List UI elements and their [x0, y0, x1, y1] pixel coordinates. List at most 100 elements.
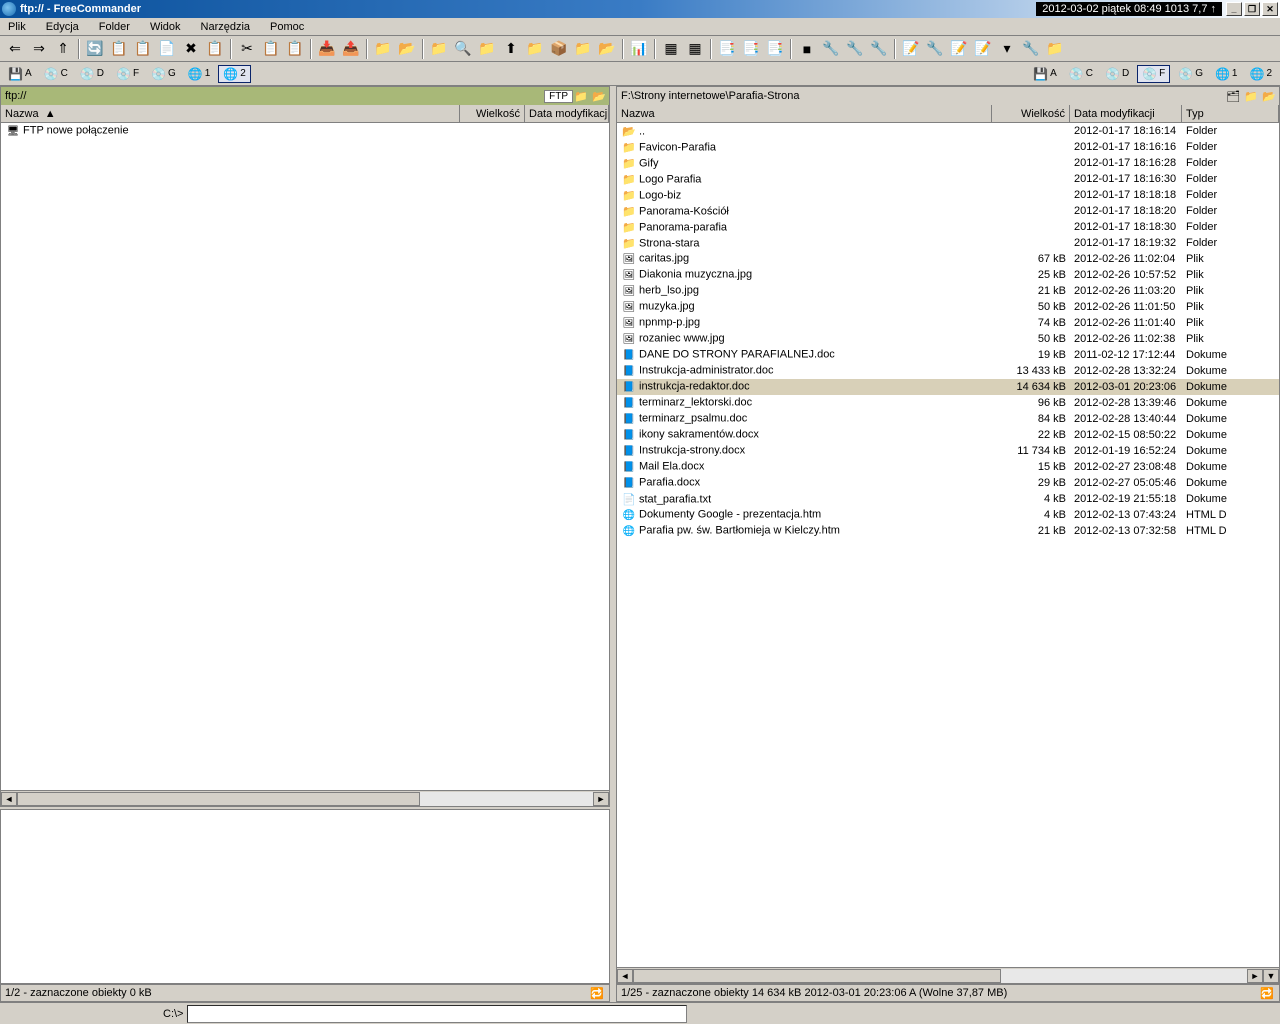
toolbar-btn-36[interactable]: 📑 — [740, 38, 762, 60]
toolbar-btn-32[interactable]: ▦ — [660, 38, 682, 60]
drive-A[interactable]: 💾A — [1029, 65, 1061, 83]
drive-2[interactable]: 🌐2 — [218, 65, 251, 83]
list-item[interactable]: Dokumenty Google - prezentacja.htm4 kB20… — [617, 507, 1279, 523]
list-item[interactable]: Logo Parafia2012-01-17 18:16:30Folder — [617, 171, 1279, 187]
drive-2[interactable]: 🌐2 — [1245, 65, 1276, 83]
scroll-right-icon[interactable]: ► — [1247, 969, 1263, 983]
toolbar-btn-45[interactable]: 🔧 — [924, 38, 946, 60]
refresh-icon[interactable]: 🔁 — [1259, 986, 1275, 1000]
drive-C[interactable]: 💿C — [40, 65, 72, 83]
list-item[interactable]: Panorama-Kościół2012-01-17 18:18:20Folde… — [617, 203, 1279, 219]
drive-G[interactable]: 💿G — [147, 65, 180, 83]
menu-narzędzia[interactable]: Narzędzia — [197, 20, 255, 34]
toolbar-btn-15[interactable]: 📥 — [316, 38, 338, 60]
left-path-bar[interactable]: ftp:// FTP 📁 📂 — [1, 87, 609, 105]
drive-F[interactable]: 💿F — [1137, 65, 1170, 83]
list-item[interactable]: rozaniec www.jpg50 kB2012-02-26 11:02:38… — [617, 331, 1279, 347]
list-item[interactable]: terminarz_lektorski.doc96 kB2012-02-28 1… — [617, 395, 1279, 411]
colhead-size[interactable]: Wielkość — [460, 105, 525, 122]
toolbar-btn-5[interactable]: 📋 — [108, 38, 130, 60]
toolbar-btn-37[interactable]: 📑 — [764, 38, 786, 60]
toolbar-btn-39[interactable]: ■ — [796, 38, 818, 60]
toolbar-btn-42[interactable]: 🔧 — [868, 38, 890, 60]
toolbar-btn-46[interactable]: 📝 — [948, 38, 970, 60]
list-item[interactable]: Strona-stara2012-01-17 18:19:32Folder — [617, 235, 1279, 251]
toolbar-btn-9[interactable]: 📋 — [204, 38, 226, 60]
toolbar-btn-1[interactable]: ⇒ — [28, 38, 50, 60]
list-item[interactable]: caritas.jpg67 kB2012-02-26 11:02:04Plik — [617, 251, 1279, 267]
maximize-button[interactable]: ❐ — [1244, 2, 1260, 16]
list-item[interactable]: terminarz_psalmu.doc84 kB2012-02-28 13:4… — [617, 411, 1279, 427]
list-item[interactable]: herb_lso.jpg21 kB2012-02-26 11:03:20Plik — [617, 283, 1279, 299]
toolbar-btn-44[interactable]: 📝 — [900, 38, 922, 60]
scroll-left-icon[interactable]: ◄ — [617, 969, 633, 983]
toolbar-btn-47[interactable]: 📝 — [972, 38, 994, 60]
toolbar-btn-25[interactable]: 📁 — [524, 38, 546, 60]
list-item[interactable]: stat_parafia.txt4 kB2012-02-19 21:55:18D… — [617, 491, 1279, 507]
right-path-bar[interactable]: F:\Strony internetowe\Parafia-Strona 🗂 📁… — [617, 87, 1279, 105]
toolbar-btn-4[interactable]: 🔄 — [84, 38, 106, 60]
list-item[interactable]: Mail Ela.docx15 kB2012-02-27 23:08:48Dok… — [617, 459, 1279, 475]
colhead-date-r[interactable]: Data modyfikacji — [1070, 105, 1182, 122]
toolbar-btn-50[interactable]: 📁 — [1044, 38, 1066, 60]
toolbar-btn-41[interactable]: 🔧 — [844, 38, 866, 60]
menu-widok[interactable]: Widok — [146, 20, 185, 34]
colhead-type-r[interactable]: Typ — [1182, 105, 1279, 122]
drive-C[interactable]: 💿C — [1065, 65, 1097, 83]
toolbar-btn-13[interactable]: 📋 — [284, 38, 306, 60]
left-file-list[interactable]: FTP nowe połączenie — [1, 123, 609, 790]
menu-edycja[interactable]: Edycja — [42, 20, 83, 34]
list-item[interactable]: ikony sakramentów.docx22 kB2012-02-15 08… — [617, 427, 1279, 443]
toolbar-btn-6[interactable]: 📋 — [132, 38, 154, 60]
right-hscroll[interactable]: ◄ ► ▼ — [617, 967, 1279, 983]
right-fav-icon[interactable]: 📁 — [1243, 89, 1259, 103]
right-tree-icon[interactable]: 🗂 — [1225, 89, 1241, 103]
list-item[interactable]: Panorama-parafia2012-01-17 18:18:30Folde… — [617, 219, 1279, 235]
toolbar-btn-30[interactable]: 📊 — [628, 38, 650, 60]
minimize-button[interactable]: _ — [1226, 2, 1242, 16]
toolbar-btn-24[interactable]: ⬆ — [500, 38, 522, 60]
list-item[interactable]: Logo-biz2012-01-17 18:18:18Folder — [617, 187, 1279, 203]
toolbar-btn-23[interactable]: 📁 — [476, 38, 498, 60]
list-item[interactable]: npnmp-p.jpg74 kB2012-02-26 11:01:40Plik — [617, 315, 1279, 331]
scroll-right-icon[interactable]: ► — [593, 792, 609, 806]
toolbar-btn-2[interactable]: ⇑ — [52, 38, 74, 60]
list-item[interactable]: instrukcja-redaktor.doc14 634 kB2012-03-… — [617, 379, 1279, 395]
toolbar-btn-48[interactable]: ▾ — [996, 38, 1018, 60]
toolbar-btn-27[interactable]: 📁 — [572, 38, 594, 60]
drive-1[interactable]: 🌐1 — [1211, 65, 1242, 83]
menu-folder[interactable]: Folder — [95, 20, 134, 34]
refresh-icon[interactable]: 🔁 — [589, 986, 605, 1000]
left-fav-icon[interactable]: 📁 — [573, 89, 589, 103]
menu-plik[interactable]: Plik — [4, 20, 30, 34]
toolbar-btn-8[interactable]: ✖ — [180, 38, 202, 60]
drive-A[interactable]: 💾A — [4, 65, 36, 83]
list-item[interactable]: Favicon-Parafia2012-01-17 18:16:16Folder — [617, 139, 1279, 155]
colhead-name-r[interactable]: Nazwa — [617, 105, 992, 122]
toolbar-btn-19[interactable]: 📂 — [396, 38, 418, 60]
list-item[interactable]: FTP nowe połączenie — [1, 123, 609, 139]
toolbar-btn-7[interactable]: 📄 — [156, 38, 178, 60]
list-item[interactable]: Diakonia muzyczna.jpg25 kB2012-02-26 10:… — [617, 267, 1279, 283]
toolbar-btn-18[interactable]: 📁 — [372, 38, 394, 60]
drive-D[interactable]: 💿D — [1101, 65, 1133, 83]
toolbar-btn-12[interactable]: 📋 — [260, 38, 282, 60]
toolbar-btn-11[interactable]: ✂ — [236, 38, 258, 60]
toolbar-btn-35[interactable]: 📑 — [716, 38, 738, 60]
toolbar-btn-22[interactable]: 🔍 — [452, 38, 474, 60]
list-item[interactable]: DANE DO STRONY PARAFIALNEJ.doc19 kB2011-… — [617, 347, 1279, 363]
toolbar-btn-0[interactable]: ⇐ — [4, 38, 26, 60]
command-input[interactable] — [187, 1005, 687, 1023]
list-item[interactable]: muzyka.jpg50 kB2012-02-26 11:01:50Plik — [617, 299, 1279, 315]
toolbar-btn-16[interactable]: 📤 — [340, 38, 362, 60]
menu-pomoc[interactable]: Pomoc — [266, 20, 308, 34]
close-button[interactable]: ✕ — [1262, 2, 1278, 16]
right-history-icon[interactable]: 📂 — [1261, 89, 1277, 103]
left-history-icon[interactable]: 📂 — [591, 89, 607, 103]
toolbar-btn-49[interactable]: 🔧 — [1020, 38, 1042, 60]
drive-D[interactable]: 💿D — [76, 65, 108, 83]
toolbar-btn-33[interactable]: ▦ — [684, 38, 706, 60]
toolbar-btn-26[interactable]: 📦 — [548, 38, 570, 60]
list-item[interactable]: Parafia.docx29 kB2012-02-27 05:05:46Doku… — [617, 475, 1279, 491]
list-item[interactable]: Parafia pw. św. Bartłomieja w Kielczy.ht… — [617, 523, 1279, 539]
